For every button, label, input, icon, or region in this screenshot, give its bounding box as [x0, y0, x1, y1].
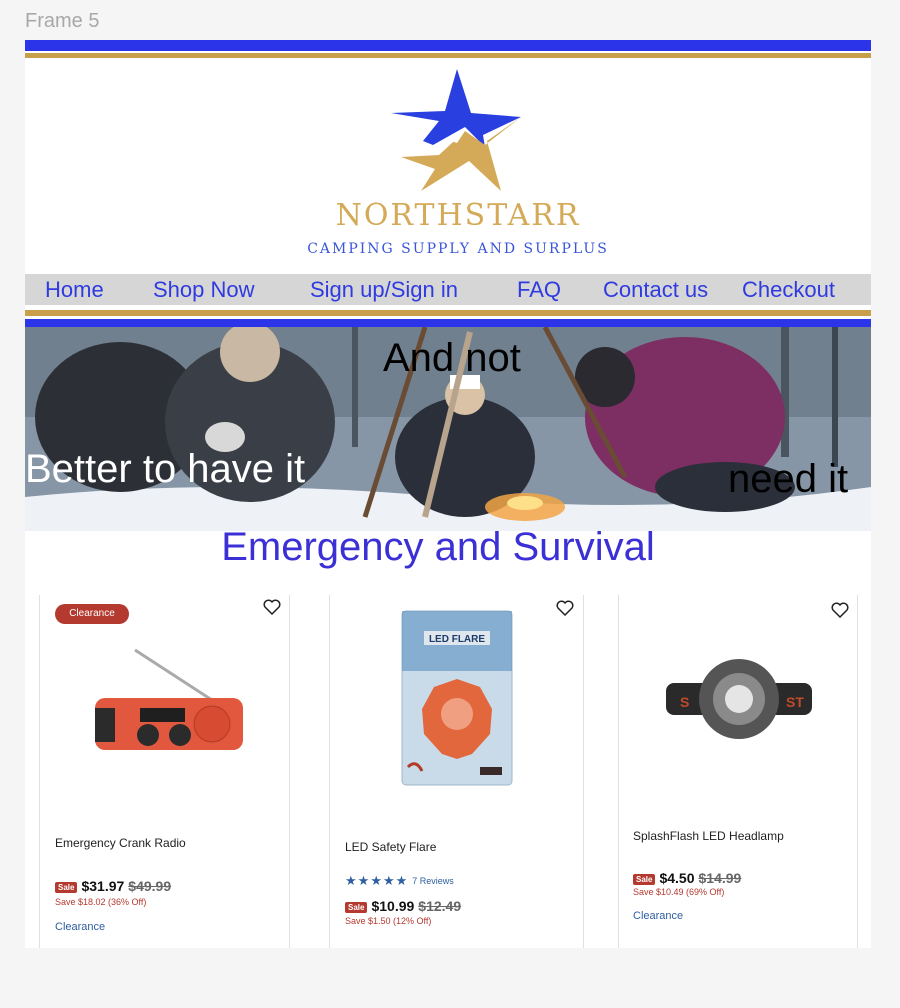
star-icon: ★	[370, 873, 382, 888]
nav-contact[interactable]: Contact us	[603, 277, 708, 303]
svg-text:S: S	[680, 694, 689, 710]
original-price: $14.99	[698, 870, 742, 886]
product-name[interactable]: Emergency Crank Radio	[55, 836, 186, 850]
product-name[interactable]: LED Safety Flare	[345, 840, 436, 854]
hero-banner: And not Better to have it need it	[25, 327, 871, 531]
sale-price: $31.97	[81, 878, 125, 894]
brand-tagline: CAMPING SUPPLY AND SURPLUS	[307, 241, 609, 257]
nav-faq[interactable]: FAQ	[517, 277, 561, 303]
hero-text-left: Better to have it	[25, 447, 306, 491]
package-label: LED FLARE	[429, 634, 485, 645]
price-row: Sale $10.99 $12.49	[345, 898, 461, 914]
sale-tag: Sale	[633, 874, 656, 885]
price-row: Sale $31.97 $49.99	[55, 878, 171, 894]
svg-text:ST: ST	[786, 694, 804, 710]
nav-checkout[interactable]: Checkout	[742, 277, 835, 303]
heart-icon[interactable]	[556, 600, 574, 616]
section-title: Emergency and Survival	[221, 525, 655, 569]
product-name[interactable]: SplashFlash LED Headlamp	[633, 829, 784, 843]
main-navbar: Home Shop Now Sign up/Sign in FAQ Contac…	[25, 274, 871, 305]
sale-price: $4.50	[659, 870, 695, 886]
nav-home[interactable]: Home	[45, 277, 104, 303]
star-icon: ★	[395, 873, 408, 888]
star-icon: ★	[357, 873, 370, 888]
mid-blue-stripe	[25, 319, 871, 327]
star-logo-icon	[391, 69, 521, 191]
top-blue-stripe	[25, 40, 871, 51]
nav-sign-in[interactable]: Sign up/Sign in	[310, 277, 458, 303]
brand-name: NORTHSTARR	[335, 198, 581, 233]
top-gold-stripe	[25, 53, 871, 58]
product-card[interactable]: S ST SplashFlash LED Headlamp Sale $4.50…	[618, 595, 858, 948]
hero-text-right: need it	[728, 457, 849, 501]
heart-icon[interactable]	[831, 602, 849, 618]
heart-icon[interactable]	[263, 599, 281, 615]
savings-text: Save $18.02 (36% Off)	[55, 897, 147, 907]
product-card[interactable]: LED FLARE LED Safety Flare ★ ★ ★ ★ ★ 7 R…	[329, 595, 584, 948]
clearance-link[interactable]: Clearance	[633, 910, 683, 922]
nav-shop-now[interactable]: Shop Now	[153, 277, 255, 303]
frame-label: Frame 5	[25, 10, 100, 32]
original-price: $49.99	[128, 878, 172, 894]
clearance-link[interactable]: Clearance	[55, 921, 105, 933]
sale-tag: Sale	[55, 882, 78, 893]
page-frame: NORTHSTARR CAMPING SUPPLY AND SURPLUS Ho…	[25, 40, 871, 948]
price-row: Sale $4.50 $14.99	[633, 870, 741, 886]
savings-text: Save $1.50 (12% Off)	[345, 916, 432, 926]
led-flare-icon: LED FLARE	[401, 610, 513, 786]
original-price: $12.49	[418, 898, 462, 914]
star-icon: ★	[345, 873, 357, 888]
reviews-count[interactable]: 7 Reviews	[412, 876, 454, 886]
hero-text-top: And not	[383, 336, 521, 380]
headlamp-icon: S ST	[666, 659, 812, 739]
rating-stars[interactable]: ★ ★ ★ ★ ★ 7 Reviews	[345, 873, 454, 889]
product-card[interactable]: Clearance Emergency Crank Radio Sale $31…	[39, 595, 290, 948]
sale-price: $10.99	[371, 898, 415, 914]
star-icon: ★	[382, 873, 395, 888]
crank-radio-icon	[95, 648, 243, 750]
savings-text: Save $10.49 (69% Off)	[633, 887, 725, 897]
sale-tag: Sale	[345, 902, 368, 913]
mid-gold-stripe	[25, 310, 871, 316]
